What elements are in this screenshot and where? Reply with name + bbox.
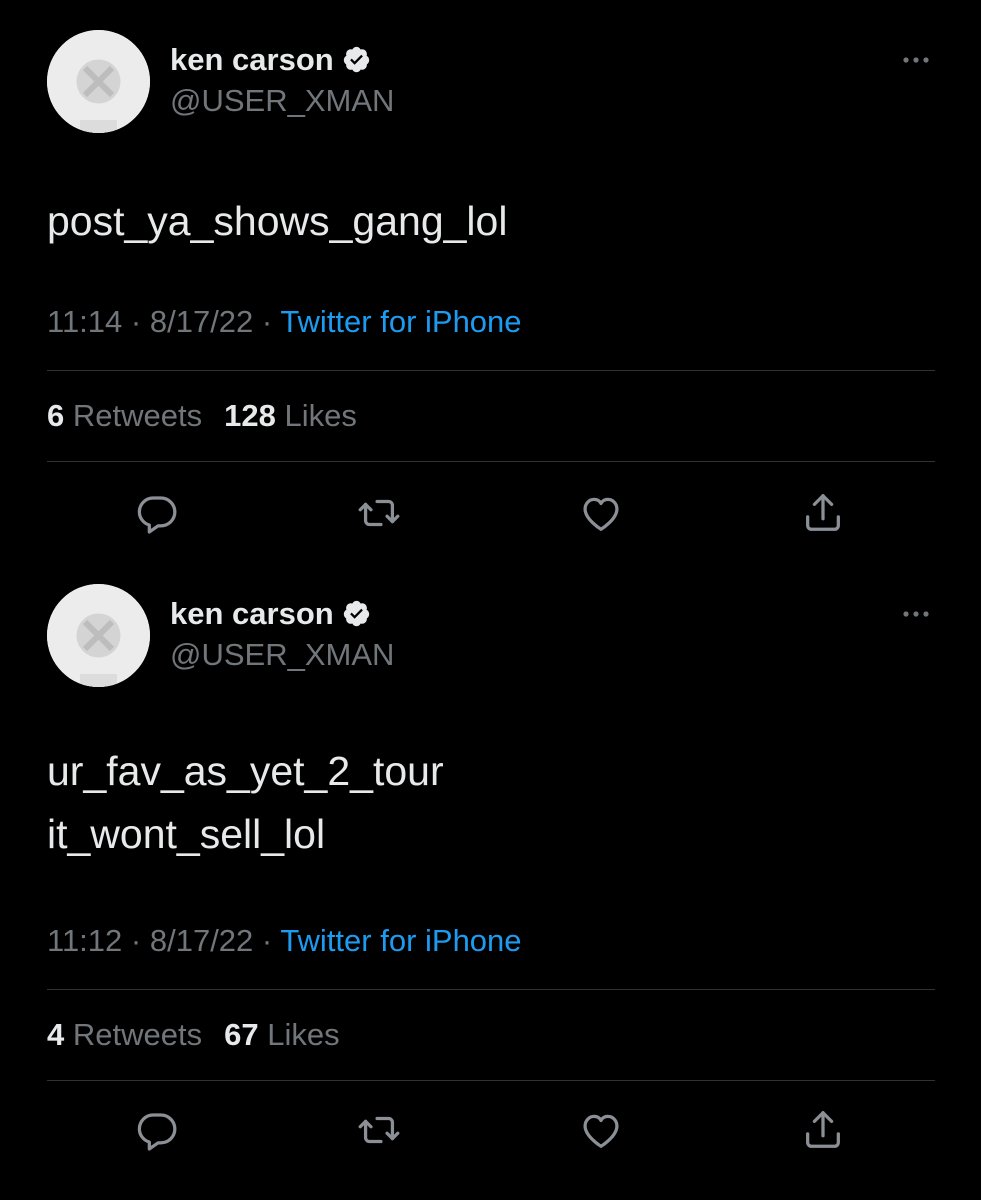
likes-count: 128	[224, 398, 276, 433]
likes-count: 67	[224, 1017, 259, 1052]
tweet-text-line: post_ya_shows_gang_lol	[47, 198, 508, 244]
author-name[interactable]: ken carson	[170, 595, 371, 633]
retweets-label: Retweets	[72, 398, 203, 433]
tweet-text: ur_fav_as_yet_2_tour it_wont_sell_lol	[47, 740, 444, 866]
tweet-meta: 11:14 · 8/17/22 · Twitter for iPhone	[47, 303, 522, 341]
tweet-text-line: it_wont_sell_lol	[47, 811, 326, 857]
divider	[47, 370, 935, 371]
tweet-time[interactable]: 11:14	[47, 304, 122, 339]
tweet-date[interactable]: 8/17/22	[150, 923, 253, 958]
retweets-label: Retweets	[72, 1017, 203, 1052]
avatar[interactable]	[47, 30, 150, 133]
avatar[interactable]	[47, 584, 150, 687]
likes-stat[interactable]: 128 Likes	[224, 398, 357, 433]
verified-icon	[342, 45, 371, 74]
divider	[47, 461, 935, 462]
meta-separator: ·	[261, 304, 273, 339]
tweet-meta: 11:12 · 8/17/22 · Twitter for iPhone	[47, 922, 522, 960]
share-icon[interactable]	[800, 490, 846, 536]
likes-label: Likes	[267, 1017, 340, 1052]
like-icon[interactable]	[578, 1107, 624, 1153]
divider	[47, 1080, 935, 1081]
tweet-actions	[0, 490, 981, 536]
meta-separator: ·	[130, 304, 142, 339]
tweet-date[interactable]: 8/17/22	[150, 304, 253, 339]
retweets-stat[interactable]: 4 Retweets	[47, 1017, 202, 1052]
likes-label: Likes	[284, 398, 357, 433]
tweet-text-line: ur_fav_as_yet_2_tour	[47, 748, 444, 794]
retweet-icon[interactable]	[356, 490, 402, 536]
meta-separator: ·	[261, 923, 273, 958]
reply-icon[interactable]	[134, 1107, 180, 1153]
tweet-actions	[0, 1107, 981, 1153]
author-name[interactable]: ken carson	[170, 41, 371, 79]
divider	[47, 989, 935, 990]
reply-icon[interactable]	[134, 490, 180, 536]
avatar-image	[47, 30, 150, 133]
verified-icon	[342, 599, 371, 628]
retweets-count: 4	[47, 1017, 65, 1052]
author-name-text: ken carson	[170, 42, 334, 77]
share-icon[interactable]	[800, 1107, 846, 1153]
likes-stat[interactable]: 67 Likes	[224, 1017, 339, 1052]
author-handle[interactable]: @USER_XMAN	[170, 636, 394, 674]
author-name-text: ken carson	[170, 596, 334, 631]
avatar-image	[47, 584, 150, 687]
author-handle[interactable]: @USER_XMAN	[170, 82, 394, 120]
tweet-text: post_ya_shows_gang_lol	[47, 190, 507, 253]
tweet-time[interactable]: 11:12	[47, 923, 122, 958]
tweet-stats: 4 Retweets 67 Likes	[47, 1016, 340, 1054]
like-icon[interactable]	[578, 490, 624, 536]
more-icon[interactable]	[896, 604, 936, 624]
tweet-stats: 6 Retweets 128 Likes	[47, 397, 357, 435]
meta-separator: ·	[130, 923, 142, 958]
more-icon[interactable]	[896, 50, 936, 70]
retweet-icon[interactable]	[356, 1107, 402, 1153]
tweet-source-link[interactable]: Twitter for iPhone	[280, 923, 521, 958]
retweets-count: 6	[47, 398, 65, 433]
tweet-source-link[interactable]: Twitter for iPhone	[280, 304, 521, 339]
retweets-stat[interactable]: 6 Retweets	[47, 398, 202, 433]
